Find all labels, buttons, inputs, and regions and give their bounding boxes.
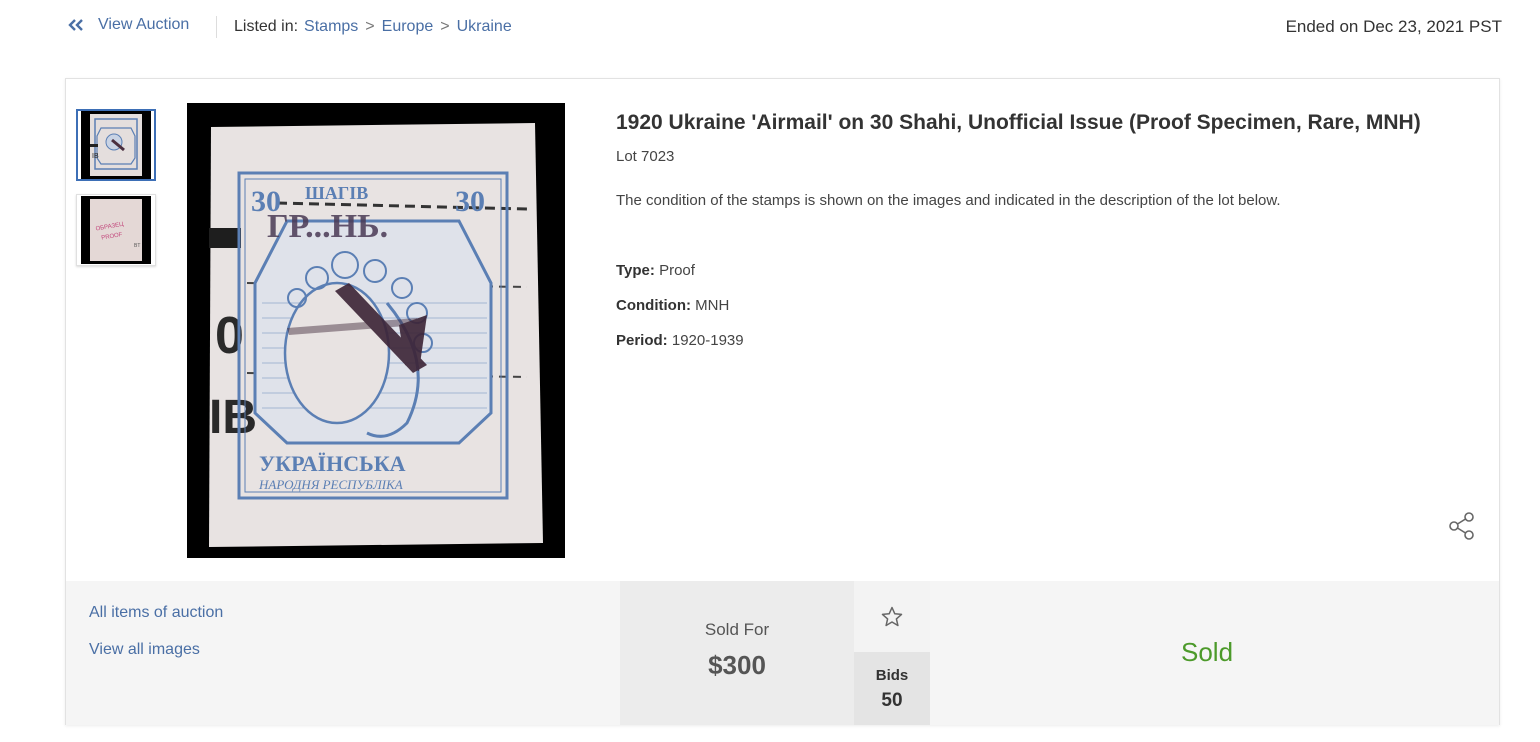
sold-price: $300: [708, 650, 766, 680]
attribute-value: Proof: [659, 262, 695, 279]
breadcrumb-europe[interactable]: Europe: [382, 18, 434, 36]
attribute-label: Type:: [616, 262, 655, 279]
svg-text:BT: BT: [134, 243, 140, 249]
star-icon: [881, 606, 903, 626]
view-auction-label: View Auction: [98, 16, 190, 33]
breadcrumb: Listed in: Stamps > Europe > Ukraine: [234, 18, 512, 36]
breadcrumb-ukraine[interactable]: Ukraine: [457, 18, 512, 36]
stamp-bottom-text: УКРАЇНСЬКА: [259, 451, 406, 476]
stamp-denomination-right: 30: [455, 185, 485, 218]
lot-attributes: Type: Proof Condition: MNH Period: 1920-…: [616, 262, 744, 367]
attribute-type: Type: Proof: [616, 262, 744, 297]
lot-number: Lot 7023: [616, 148, 675, 165]
thumbnail-1[interactable]: IB: [76, 109, 156, 181]
share-icon: [1449, 512, 1474, 540]
ended-date: Ended on Dec 23, 2021 PST: [1285, 17, 1502, 36]
thumbnail-stamp-image: IB: [90, 114, 142, 176]
attribute-value: 1920-1939: [671, 332, 744, 349]
stamp-sub-text: НАРОДНЯ РЕСПУБЛІКА: [258, 477, 403, 492]
lot-description: The condition of the stamps is shown on …: [616, 192, 1281, 209]
watch-button[interactable]: [854, 581, 930, 652]
breadcrumb-separator: >: [440, 18, 450, 35]
stamp-top-text: ШАГІВ: [305, 183, 368, 203]
attribute-period: Period: 1920-1939: [616, 332, 744, 367]
svg-text:IB: IB: [92, 153, 99, 160]
lot-card: IB ОБРАЗЕЦ PROOF BT 0 IB 30 30 ШАГІВ ГР.…: [65, 78, 1500, 725]
svg-text:IB: IB: [209, 391, 257, 444]
bids-count: 50: [881, 690, 903, 711]
all-items-link[interactable]: All items of auction: [89, 604, 223, 622]
bids-box: Bids 50: [854, 652, 930, 725]
breadcrumb-separator: >: [365, 18, 375, 35]
listed-in-label: Listed in:: [234, 18, 299, 35]
main-stamp-image[interactable]: 0 IB 30 30 ШАГІВ ГР...НЬ. УКРАЇНСЬКА НАР…: [187, 103, 565, 558]
share-button[interactable]: [1447, 511, 1477, 541]
stamp-overprint: ГР...НЬ.: [267, 208, 388, 245]
bids-label: Bids: [875, 667, 909, 684]
attribute-label: Condition:: [616, 297, 691, 314]
lot-footer: All items of auction View all images Sol…: [66, 581, 1499, 725]
breadcrumb-stamps[interactable]: Stamps: [304, 18, 358, 36]
lot-title: 1920 Ukraine 'Airmail' on 30 Shahi, Unof…: [616, 111, 1421, 134]
attribute-condition: Condition: MNH: [616, 297, 744, 332]
status-badge: Sold: [1181, 637, 1234, 667]
thumbnail-2[interactable]: ОБРАЗЕЦ PROOF BT: [76, 194, 156, 266]
stamp-illustration: 0 IB 30 30 ШАГІВ ГР...НЬ. УКРАЇНСЬКА НАР…: [187, 103, 565, 558]
sold-for-label: Sold For: [704, 620, 770, 639]
divider: [216, 16, 217, 38]
attribute-value: MNH: [695, 297, 730, 314]
attribute-label: Period:: [616, 332, 668, 349]
view-auction-link[interactable]: View Auction: [66, 16, 189, 34]
double-chevron-left-icon: [68, 19, 83, 31]
thumbnail-proof-image: ОБРАЗЕЦ PROOF BT: [90, 199, 142, 261]
sold-price-box: Sold For $300: [620, 581, 854, 725]
top-bar: View Auction Listed in: Stamps > Europe …: [0, 0, 1540, 56]
view-all-images-link[interactable]: View all images: [89, 641, 200, 659]
